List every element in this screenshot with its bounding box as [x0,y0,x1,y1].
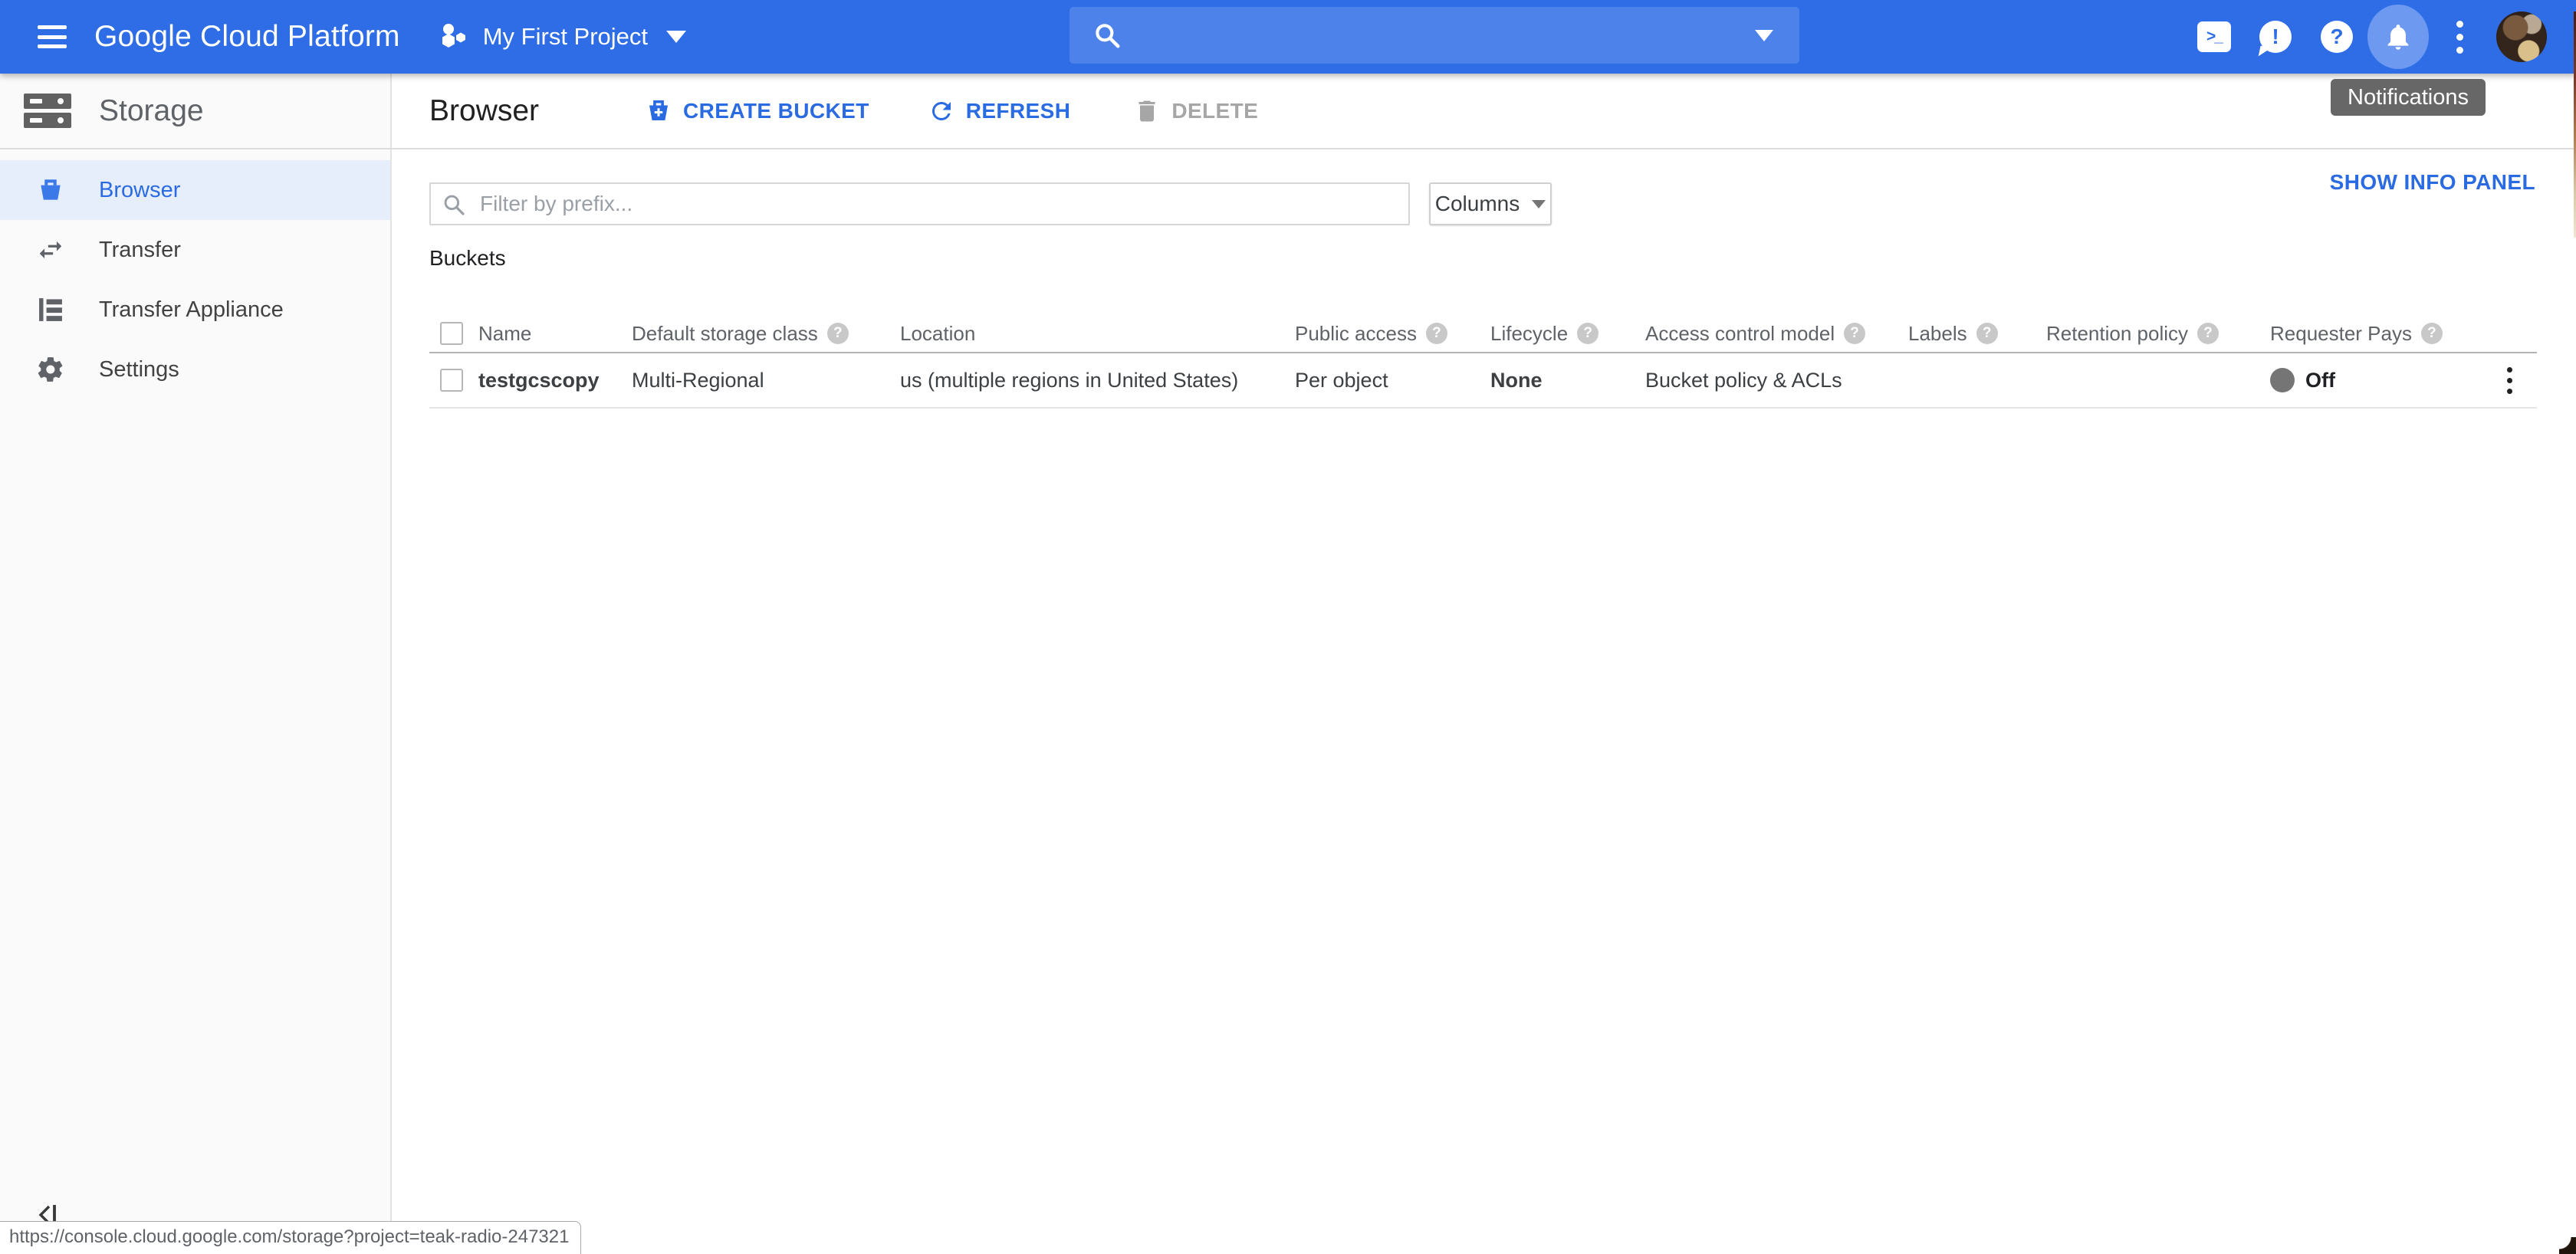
help-circle-icon[interactable]: ? [827,323,849,344]
bucket-table-row: testgcscopy Multi-Regional us (multiple … [429,353,2537,409]
column-header-lifecycle: Lifecycle ? [1490,315,1645,352]
vertical-dots-icon [2456,21,2463,54]
account-avatar[interactable] [2496,11,2547,62]
refresh-button[interactable]: REFRESH [928,97,1071,125]
sidebar-item-transfer-appliance[interactable]: Transfer Appliance [0,280,390,340]
buckets-section-label: Buckets [429,246,2576,271]
notifications-button[interactable] [2367,0,2429,74]
bucket-icon [34,176,67,205]
menu-icon[interactable] [38,25,67,48]
cell-public-access: Per object [1295,353,1490,407]
create-bucket-button[interactable]: CREATE BUCKET [645,97,869,125]
column-header-name[interactable]: Name [478,315,632,352]
column-header-labels: Labels ? [1908,315,2046,352]
appbar-search[interactable] [1070,7,1799,64]
cell-lifecycle: None [1490,353,1645,407]
cell-labels [1908,353,2046,407]
gear-icon [34,355,67,384]
column-header-requester-pays: Requester Pays ? [2270,315,2430,352]
cloud-shell-button[interactable]: >_ [2183,0,2245,74]
help-circle-icon[interactable]: ? [1577,323,1598,344]
product-title: Storage [99,94,204,128]
column-header-storage-class: Default storage class ? [632,315,900,352]
column-header-location: Location [900,315,1295,352]
toolbar-row: Storage Browser CREATE BUCKET REFRESH [0,74,2576,148]
chevron-down-icon [666,31,686,43]
sidebar-item-settings[interactable]: Settings [0,340,390,399]
trash-icon [1133,97,1161,125]
filter-box [429,182,1410,225]
bucket-plus-icon [645,97,672,125]
gcp-console-screen: Google Cloud Platform My First Project [0,0,2576,1254]
project-name: My First Project [483,23,648,51]
columns-label: Columns [1435,192,1520,216]
row-checkbox[interactable] [440,369,463,392]
cell-storage-class: Multi-Regional [632,353,900,407]
cell-location: us (multiple regions in United States) [900,353,1295,407]
notification-halo [2367,5,2429,69]
notifications-tooltip: Notifications [2331,79,2486,116]
filter-search-icon [442,192,466,217]
cell-access-control: Bucket policy & ACLs [1645,353,1908,407]
page-title: Browser [429,94,539,128]
filter-row: Columns [429,182,2576,225]
page-toolbar: Browser CREATE BUCKET REFRESH [392,74,2576,148]
chevron-down-icon [1532,200,1546,208]
help-circle-icon[interactable]: ? [1426,323,1447,344]
cell-requester-pays: Off [2270,353,2430,407]
more-options-button[interactable] [2429,0,2490,74]
app-bar: Google Cloud Platform My First Project [0,0,2576,74]
refresh-icon [928,97,955,125]
feedback-icon: ! [2259,21,2292,53]
create-bucket-label: CREATE BUCKET [683,99,869,123]
status-off-indicator [2270,368,2295,392]
sidebar-item-transfer[interactable]: Transfer [0,220,390,280]
column-header-public-access: Public access ? [1295,315,1490,352]
sidebar-item-label: Browser [99,178,180,203]
help-circle-icon[interactable]: ? [2197,323,2219,344]
bucket-name-link[interactable]: testgcscopy [478,353,632,407]
show-info-panel-button[interactable]: SHOW INFO PANEL [2330,170,2535,195]
cell-retention [2046,353,2270,407]
sidebar-item-label: Transfer Appliance [99,297,284,323]
row-menu-button[interactable] [2502,363,2517,399]
project-selector[interactable]: My First Project [440,22,686,51]
help-circle-icon[interactable]: ? [1844,323,1865,344]
buckets-table-header: Name Default storage class ? Location Pu… [429,315,2537,353]
appliance-list-icon [34,295,67,324]
search-dropdown-icon[interactable] [1755,30,1773,41]
sidebar-item-browser[interactable]: Browser [0,160,390,220]
sidebar-item-label: Transfer [99,238,181,263]
gcp-logo[interactable]: Google Cloud Platform [94,20,400,54]
terminal-icon: >_ [2197,21,2231,52]
storage-product-icon [24,94,71,128]
filter-input[interactable] [429,182,1410,225]
refresh-label: REFRESH [966,99,1071,123]
feedback-button[interactable]: ! [2245,0,2306,74]
columns-button[interactable]: Columns [1429,182,1552,225]
column-header-access-control: Access control model ? [1645,315,1908,352]
delete-label: DELETE [1171,99,1258,123]
status-bar: https://console.cloud.google.com/storage… [0,1221,581,1254]
help-circle-icon[interactable]: ? [1976,323,1998,344]
bell-icon [2383,21,2413,52]
main-content: Columns Buckets Name Default storage cla… [392,149,2576,1254]
swap-arrows-icon [34,235,67,264]
appbar-actions: >_ ! ? [2183,0,2576,74]
product-header: Storage [0,74,392,148]
help-icon: ? [2321,21,2353,53]
search-icon [1092,21,1122,50]
body-row: Browser Transfer [0,149,2576,1254]
delete-button[interactable]: DELETE [1133,97,1258,125]
select-all-checkbox[interactable] [440,322,463,345]
screen-corner-artifact [2559,1237,2576,1254]
sidebar-item-label: Settings [99,357,179,382]
project-hexagons-icon [440,22,469,51]
column-header-retention: Retention policy ? [2046,315,2270,352]
search-input[interactable] [1134,22,1755,48]
product-sidebar: Browser Transfer [0,149,392,1254]
help-button[interactable]: ? [2306,0,2367,74]
